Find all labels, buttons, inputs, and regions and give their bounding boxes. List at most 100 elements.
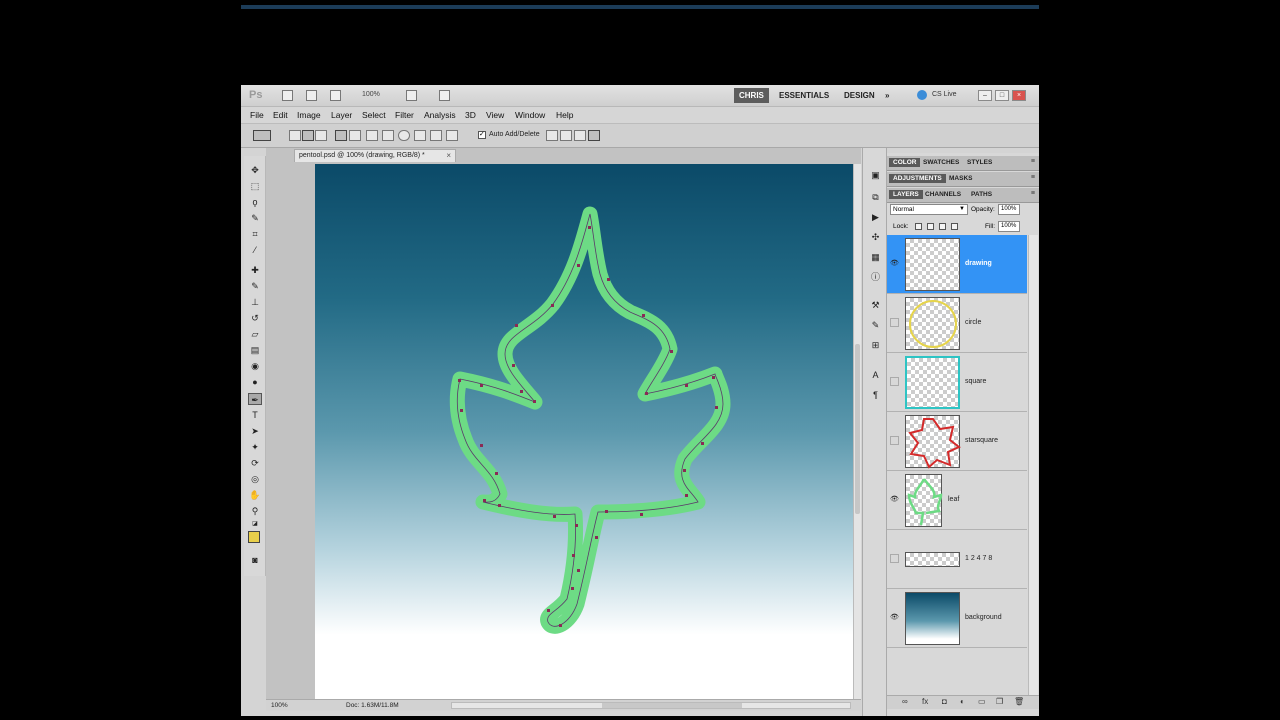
gradient-tool-icon[interactable]: ▤ <box>248 344 262 356</box>
custom-shape-icon[interactable] <box>446 130 458 141</box>
type-tool-icon[interactable]: T <box>248 409 262 421</box>
visibility-toggle[interactable] <box>890 318 899 327</box>
brush-presets-panel-icon[interactable]: ⊞ <box>870 340 881 350</box>
character-panel-icon[interactable]: A <box>870 370 881 380</box>
brush-panel-icon[interactable]: ✎ <box>870 320 881 330</box>
subtract-path-area-icon[interactable] <box>560 130 572 141</box>
history-panel-icon[interactable]: ⧉ <box>870 192 881 202</box>
polygon-icon[interactable] <box>414 130 426 141</box>
tab-paths[interactable]: PATHS <box>967 190 996 199</box>
hand-tool-icon[interactable]: ✋ <box>248 489 262 501</box>
eye-icon[interactable]: 👁 <box>890 260 899 268</box>
eraser-tool-icon[interactable]: ▱ <box>248 328 262 340</box>
menu-window[interactable]: Window <box>515 110 545 120</box>
rounded-rectangle-icon[interactable] <box>382 130 394 141</box>
status-doc-size[interactable]: Doc: 1.63M/11.8M <box>346 702 399 709</box>
eye-icon[interactable]: 👁 <box>890 496 899 504</box>
layer-row-leaf[interactable]: 👁 leaf <box>887 471 1027 530</box>
document-tab[interactable]: pentool.psd @ 100% (drawing, RGB/8) * × <box>294 149 456 162</box>
shape-layers-icon[interactable] <box>289 130 301 141</box>
crop-tool-icon[interactable]: ⌗ <box>248 228 262 240</box>
zoom-tool-icon[interactable]: ⚲ <box>248 505 262 517</box>
line-icon[interactable] <box>430 130 442 141</box>
mini-bridge-icon[interactable] <box>306 90 317 101</box>
opacity-input[interactable]: 100% <box>998 204 1020 215</box>
menu-file[interactable]: File <box>250 110 264 120</box>
actions-panel-icon[interactable]: ▶ <box>870 212 881 222</box>
visibility-toggle[interactable] <box>890 554 899 563</box>
menu-image[interactable]: Image <box>297 110 321 120</box>
fill-input[interactable]: 100% <box>998 221 1020 232</box>
layer-row-starsquare[interactable]: starsquare <box>887 412 1027 471</box>
menu-filter[interactable]: Filter <box>395 110 414 120</box>
menu-help[interactable]: Help <box>556 110 573 120</box>
path-selection-icon[interactable]: ➤ <box>248 425 262 437</box>
lasso-tool-icon[interactable]: ϙ <box>248 196 262 208</box>
layer-row-numbers[interactable]: 1 2 4 7 8 <box>887 530 1027 589</box>
pen-icon[interactable] <box>335 130 347 141</box>
trash-icon[interactable]: 🗑 <box>1014 697 1024 706</box>
view-extras-icon[interactable] <box>330 90 341 101</box>
tab-color[interactable]: COLOR <box>889 158 921 167</box>
3d-rotate-icon[interactable]: ⟳ <box>248 457 262 469</box>
screen-mode-icon[interactable] <box>439 90 450 101</box>
lock-all-icon[interactable] <box>951 223 958 230</box>
cs-live-button[interactable]: CS Live <box>932 91 957 98</box>
intersect-path-areas-icon[interactable] <box>574 130 586 141</box>
arrange-documents-icon[interactable] <box>406 90 417 101</box>
tab-masks[interactable]: MASKS <box>945 174 976 183</box>
add-to-path-area-icon[interactable] <box>546 130 558 141</box>
pen-tool-icon[interactable]: ✒ <box>248 393 262 405</box>
exclude-overlapping-icon[interactable] <box>588 130 600 141</box>
tab-channels[interactable]: CHANNELS <box>921 190 965 199</box>
vertical-scroll-thumb[interactable] <box>855 344 860 514</box>
visibility-toggle[interactable] <box>890 436 899 445</box>
close-document-icon[interactable]: × <box>446 151 451 160</box>
link-layers-icon[interactable]: ∞ <box>902 697 908 706</box>
layer-row-circle[interactable]: circle <box>887 294 1027 353</box>
visibility-toggle[interactable] <box>890 377 899 386</box>
workspace-essentials-button[interactable]: ESSENTIALS <box>779 91 829 100</box>
blur-tool-icon[interactable]: ◉ <box>248 360 262 372</box>
horizontal-scrollbar[interactable] <box>451 702 851 709</box>
menu-3d[interactable]: 3D <box>465 110 476 120</box>
menu-analysis[interactable]: Analysis <box>424 110 456 120</box>
clone-stamp-icon[interactable]: ⊥ <box>248 296 262 308</box>
blend-mode-select[interactable]: Normal ▼ <box>890 204 968 215</box>
layer-style-icon[interactable]: fx <box>922 697 928 706</box>
maximize-icon[interactable]: □ <box>995 90 1009 101</box>
brush-tool-icon[interactable]: ✎ <box>248 280 262 292</box>
pen-tool-preset-icon[interactable] <box>253 130 271 141</box>
workspace-design-button[interactable]: DESIGN <box>844 91 875 100</box>
healing-brush-icon[interactable]: ✚ <box>248 264 262 276</box>
lock-image-icon[interactable] <box>927 223 934 230</box>
close-icon[interactable]: × <box>1012 90 1026 101</box>
shape-tool-icon[interactable]: ✦ <box>248 441 262 453</box>
zoom-level-select[interactable]: 100% <box>362 91 380 98</box>
eye-icon[interactable]: 👁 <box>890 614 899 622</box>
panel-menu-icon[interactable]: ≡ <box>1031 158 1035 165</box>
navigator-panel-icon[interactable]: ▦ <box>870 252 881 262</box>
tab-styles[interactable]: STYLES <box>963 158 996 167</box>
eyedropper-tool-icon[interactable]: ⁄ <box>248 244 262 256</box>
cs-live-icon[interactable] <box>917 90 927 100</box>
quick-select-tool-icon[interactable]: ✎ <box>248 212 262 224</box>
status-zoom[interactable]: 100% <box>271 702 288 709</box>
canvas[interactable] <box>315 164 853 699</box>
marquee-tool-icon[interactable]: ⬚ <box>248 180 262 192</box>
quick-mask-icon[interactable]: ◙ <box>248 554 262 566</box>
move-tool-icon[interactable]: ✥ <box>248 164 262 176</box>
panel-menu-icon[interactable]: ≡ <box>1031 174 1035 181</box>
history-brush-icon[interactable]: ↺ <box>248 312 262 324</box>
new-group-icon[interactable]: ▭ <box>978 697 986 706</box>
dodge-tool-icon[interactable]: ● <box>248 376 262 388</box>
layer-row-square[interactable]: square <box>887 353 1027 412</box>
fill-pixels-icon[interactable] <box>315 130 327 141</box>
more-workspaces-icon[interactable]: » <box>885 91 889 100</box>
menu-edit[interactable]: Edit <box>273 110 288 120</box>
ellipse-icon[interactable] <box>398 130 410 141</box>
add-mask-icon[interactable]: ◘ <box>942 697 947 706</box>
menu-layer[interactable]: Layer <box>331 110 352 120</box>
auto-add-delete-checkbox[interactable]: ✓ <box>478 131 486 139</box>
lock-position-icon[interactable] <box>939 223 946 230</box>
